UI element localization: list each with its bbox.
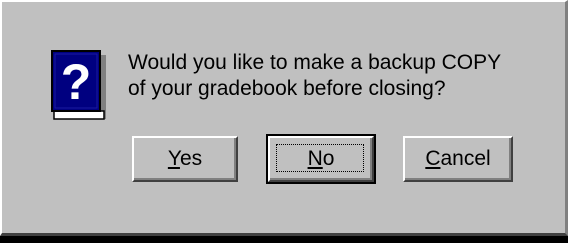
backup-dialog: ? Would you like to make a backup COPY o…	[0, 0, 568, 236]
window-bottom-edge	[0, 236, 568, 243]
svg-text:?: ?	[61, 54, 92, 110]
question-book-icon: ?	[51, 50, 106, 120]
yes-button[interactable]: Yes	[132, 136, 238, 182]
yes-button-label-rest: es	[179, 147, 203, 170]
cancel-button-label-rest: ancel	[440, 147, 491, 170]
dialog-message: Would you like to make a backup COPY of …	[128, 50, 548, 102]
message-line-1: Would you like to make a backup COPY	[128, 51, 502, 74]
no-button-label-rest: o	[322, 147, 335, 170]
cancel-button-label: Cancel	[425, 147, 490, 171]
message-line-2: of your gradebook before closing?	[128, 77, 446, 100]
yes-button-mnemonic: Y	[167, 147, 180, 170]
no-button-label: No	[308, 147, 335, 171]
yes-button-label: Yes	[168, 147, 202, 171]
no-button[interactable]: No	[266, 134, 376, 184]
cancel-button-mnemonic: C	[425, 147, 441, 170]
cancel-button[interactable]: Cancel	[403, 136, 513, 182]
no-button-mnemonic: N	[307, 147, 323, 170]
